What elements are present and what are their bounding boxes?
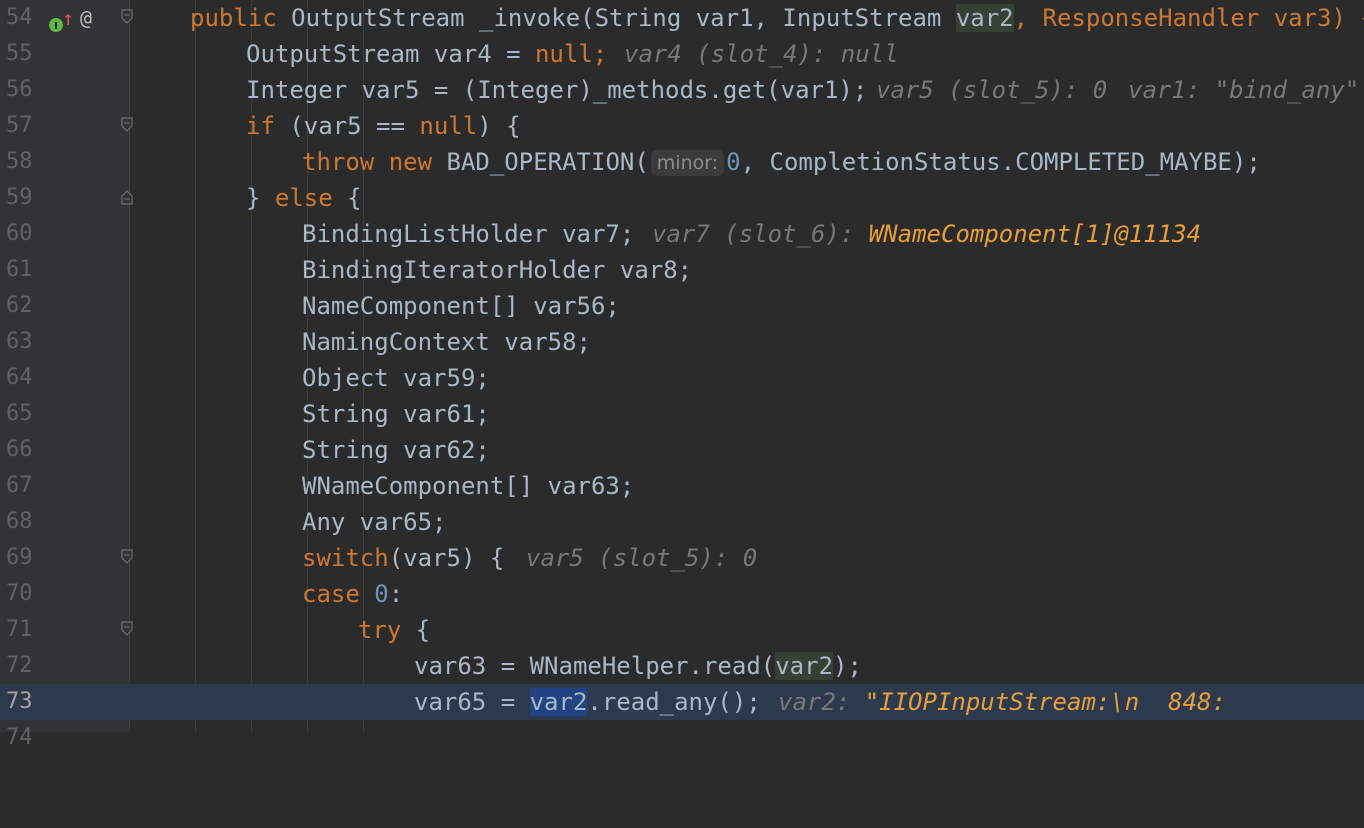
code-line[interactable]: String var62;: [130, 432, 1364, 468]
line-number: 58: [6, 149, 33, 174]
code-text: NameComponent[] var56;: [302, 292, 620, 320]
gutter-line[interactable]: 58: [0, 144, 130, 180]
line-number: 55: [6, 41, 33, 66]
code-line[interactable]: WNameComponent[] var63;: [130, 468, 1364, 504]
line-number-current: 73: [6, 689, 33, 714]
code-text: throw new BAD_OPERATION(minor: 0, Complet…: [302, 148, 1261, 176]
inline-debug-value: var2: "IIOPInputStream:\n 848:: [778, 688, 1226, 716]
gutter-line[interactable]: 68: [0, 504, 130, 540]
inline-debug-value: var5 (slot_5): 0: [876, 76, 1108, 104]
line-number: 65: [6, 401, 33, 426]
gutter-line[interactable]: 66: [0, 432, 130, 468]
code-line[interactable]: Object var59;: [130, 360, 1364, 396]
gutter-line[interactable]: 67: [0, 468, 130, 504]
code-text: String var62;: [302, 436, 490, 464]
line-number: 70: [6, 581, 33, 606]
code-line[interactable]: Integer var5 = (Integer)_methods.get(var…: [130, 72, 1364, 108]
code-text: BindingListHolder var7;: [302, 220, 635, 248]
up-arrow-icon[interactable]: ↑: [62, 0, 74, 36]
line-number: 59: [6, 185, 33, 210]
code-text: Any var65;: [302, 508, 447, 536]
line-number: 74: [6, 725, 33, 750]
line-number: 71: [6, 617, 33, 642]
code-text: BindingIteratorHolder var8;: [302, 256, 693, 284]
code-line[interactable]: OutputStream var4 = null; var4 (slot_4):…: [130, 36, 1364, 72]
line-number: 72: [6, 653, 33, 678]
code-line[interactable]: case 0:: [130, 576, 1364, 612]
code-text: if (var5 == null) {: [246, 112, 521, 140]
line-number: 54: [6, 5, 33, 30]
gutter-line[interactable]: 63: [0, 324, 130, 360]
code-line[interactable]: switch(var5) { var5 (slot_5): 0: [130, 540, 1364, 576]
code-line[interactable]: if (var5 == null) {: [130, 108, 1364, 144]
line-number: 68: [6, 509, 33, 534]
code-line[interactable]: try {: [130, 612, 1364, 648]
gutter-line[interactable]: 70: [0, 576, 130, 612]
code-line[interactable]: public OutputStream _invoke(String var1,…: [130, 0, 1364, 36]
parameter-hint-chip: minor:: [650, 150, 725, 176]
code-text: OutputStream var4 = null;: [246, 40, 608, 68]
code-line[interactable]: NameComponent[] var56;: [130, 288, 1364, 324]
line-number: 61: [6, 257, 33, 282]
line-number: 57: [6, 113, 33, 138]
code-text: var65 = var2.read_any();: [414, 688, 761, 716]
gutter-line[interactable]: 61: [0, 252, 130, 288]
line-number: 67: [6, 473, 33, 498]
gutter-line[interactable]: 55: [0, 36, 130, 72]
line-number: 64: [6, 365, 33, 390]
inline-debug-value: var4 (slot_4): null: [624, 40, 899, 68]
code-text: var63 = WNameHelper.read(var2);: [414, 652, 862, 680]
override-badge-text: I: [54, 21, 58, 32]
gutter-line[interactable]: 72: [0, 648, 130, 684]
gutter-line[interactable]: 56: [0, 72, 130, 108]
editor-gutter[interactable]: 54 I ↑ @ 55 56 57 58 59 60 61 62 63 64 6…: [0, 0, 133, 750]
code-line[interactable]: BindingListHolder var7; var7 (slot_6): W…: [130, 216, 1364, 252]
line-number: 69: [6, 545, 33, 570]
code-text: try {: [358, 616, 431, 644]
inline-debug-value: var7 (slot_6): WNameComponent[1]@11134: [652, 220, 1202, 248]
gutter-line[interactable]: 64: [0, 360, 130, 396]
gutter-line-current[interactable]: 73: [0, 684, 130, 720]
code-text: String var61;: [302, 400, 490, 428]
code-line[interactable]: NamingContext var58;: [130, 324, 1364, 360]
code-text: } else {: [246, 184, 362, 212]
code-text: Object var59;: [302, 364, 490, 392]
inline-debug-value: var5 (slot_5): 0: [526, 544, 758, 572]
gutter-line[interactable]: 60: [0, 216, 130, 252]
code-line[interactable]: Any var65;: [130, 504, 1364, 540]
gutter-line[interactable]: 74: [0, 720, 130, 756]
gutter-line[interactable]: 69: [0, 540, 133, 576]
code-area[interactable]: public OutputStream _invoke(String var1,…: [130, 0, 1364, 732]
line-number: 62: [6, 293, 33, 318]
code-text: case 0:: [302, 580, 404, 608]
gutter-line[interactable]: 54 I ↑ @: [0, 0, 133, 36]
code-line[interactable]: BindingIteratorHolder var8;: [130, 252, 1364, 288]
gutter-line[interactable]: 65: [0, 396, 130, 432]
code-line[interactable]: var63 = WNameHelper.read(var2);: [130, 648, 1364, 684]
code-line[interactable]: throw new BAD_OPERATION(minor: 0, Complet…: [130, 144, 1364, 180]
inline-debug-value: var1: "bind_any": [1128, 76, 1360, 104]
gutter-line[interactable]: 71: [0, 612, 133, 648]
line-number: 63: [6, 329, 33, 354]
code-line-current[interactable]: var65 = var2.read_any(); var2: "IIOPInpu…: [130, 684, 1364, 720]
code-text: switch(var5) {: [302, 544, 505, 572]
gutter-line[interactable]: 59: [0, 180, 133, 216]
code-text: WNameComponent[] var63;: [302, 472, 635, 500]
code-text: Integer var5 = (Integer)_methods.get(var…: [246, 76, 868, 104]
gutter-line[interactable]: 62: [0, 288, 130, 324]
code-text: NamingContext var58;: [302, 328, 591, 356]
code-line[interactable]: String var61;: [130, 396, 1364, 432]
line-number: 66: [6, 437, 33, 462]
gutter-line[interactable]: 57: [0, 108, 133, 144]
code-editor[interactable]: 54 I ↑ @ 55 56 57 58 59 60 61 62 63 64 6…: [0, 0, 1364, 750]
line-number: 56: [6, 77, 33, 102]
line-number: 60: [6, 221, 33, 246]
code-text: public OutputStream _invoke(String var1,…: [190, 4, 1364, 32]
at-annotation-icon[interactable]: @: [80, 0, 92, 36]
code-line[interactable]: } else {: [130, 180, 1364, 216]
